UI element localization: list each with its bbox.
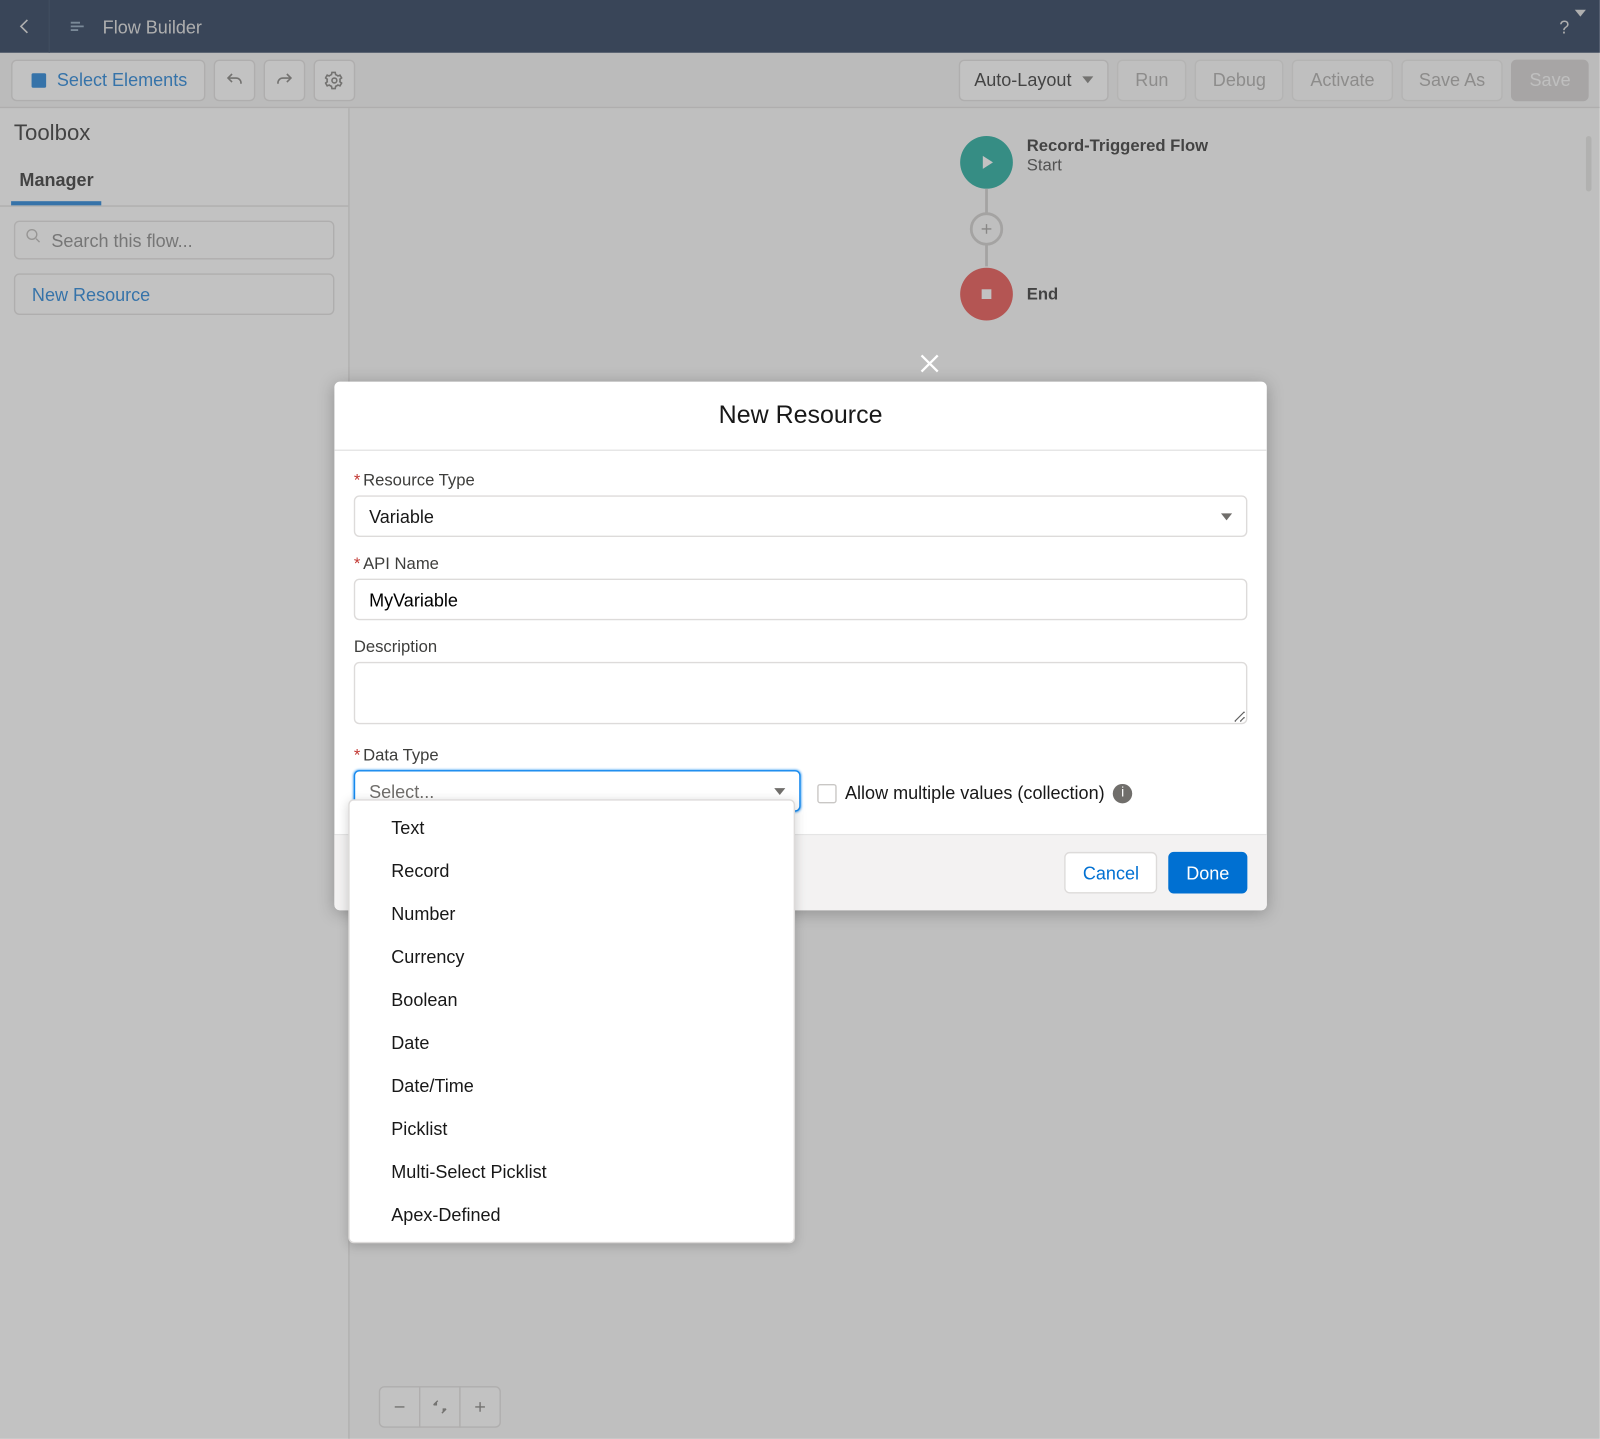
data-type-option[interactable]: Record (350, 849, 794, 892)
data-type-option[interactable]: Multi-Select Picklist (350, 1150, 794, 1193)
chevron-down-icon (774, 787, 785, 794)
resource-type-select[interactable]: Variable (354, 495, 1248, 537)
data-type-option[interactable]: Currency (350, 935, 794, 978)
data-type-option[interactable]: Date (350, 1021, 794, 1064)
api-name-label: API Name (354, 554, 1248, 573)
data-type-option[interactable]: Apex-Defined (350, 1193, 794, 1236)
api-name-input[interactable] (354, 579, 1248, 621)
close-icon (916, 350, 944, 378)
data-type-option[interactable]: Date/Time (350, 1064, 794, 1107)
info-icon[interactable]: i (1113, 783, 1132, 802)
done-button[interactable]: Done (1168, 852, 1247, 894)
data-type-option[interactable]: Text (350, 806, 794, 849)
description-label: Description (354, 637, 1248, 656)
allow-multiple-checkbox[interactable] (817, 783, 836, 802)
chevron-down-icon (1221, 513, 1232, 520)
data-type-listbox: TextRecordNumberCurrencyBooleanDateDate/… (348, 799, 795, 1243)
data-type-option[interactable]: Number (350, 892, 794, 935)
data-type-option[interactable]: Boolean (350, 978, 794, 1021)
description-textarea[interactable] (354, 662, 1248, 724)
cancel-button[interactable]: Cancel (1065, 852, 1157, 894)
modal-title: New Resource (357, 401, 1245, 430)
data-type-label: Data Type (354, 745, 801, 764)
data-type-option[interactable]: Picklist (350, 1107, 794, 1150)
modal-close-button[interactable] (910, 344, 949, 383)
data-type-placeholder: Select... (369, 780, 434, 801)
allow-multiple-label: Allow multiple values (collection) (845, 783, 1105, 804)
resource-type-label: Resource Type (354, 470, 1248, 489)
resource-type-value: Variable (369, 506, 434, 527)
